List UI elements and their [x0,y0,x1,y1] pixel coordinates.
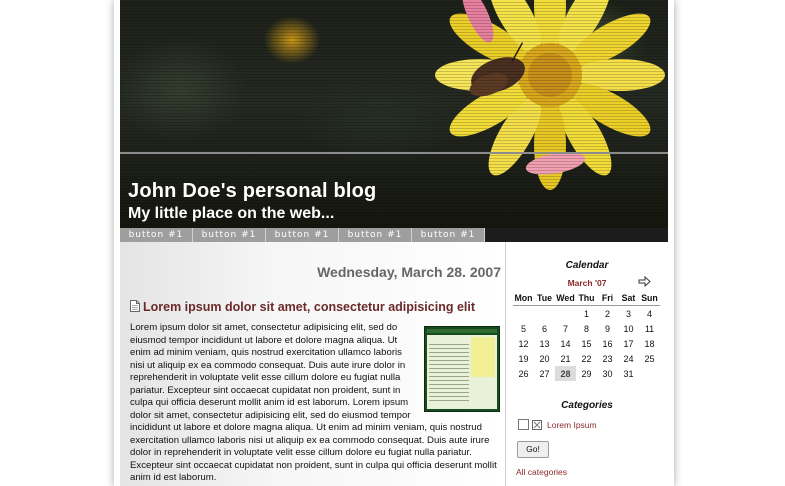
calendar-day: 9 [604,323,610,334]
weekday-label: Fri [597,290,618,306]
nav-bar: button #1 button #1 button #1 button #1 … [120,228,668,242]
weekday-label: Sat [618,290,639,306]
all-categories-link[interactable]: All categories [516,467,567,477]
header-banner: John Doe's personal blog My little place… [120,0,668,228]
page-container: John Doe's personal blog My little place… [114,0,674,486]
calendar-day: 29 [581,368,592,379]
calendar-day: 27 [539,368,550,379]
weekday-label: Tue [534,290,555,306]
calendar-day: 23 [602,353,613,364]
calendar-week-row: 5 6 7 8 9 10 11 [513,321,660,336]
calendar-day: 30 [602,368,613,379]
calendar-heading: Calendar [565,260,609,271]
calendar-day [534,306,555,322]
calendar-day: 26 [518,368,529,379]
document-icon [130,300,140,312]
category-checkbox[interactable] [518,419,529,430]
nav-button-2[interactable]: button #1 [193,228,266,242]
weekday-label: Mon [513,290,534,306]
weekday-label: Sun [639,290,660,306]
post-body: Lorem ipsum dolor sit amet, consectetur … [130,322,502,485]
calendar-week-row: 26 27 28 29 30 31 [513,366,660,381]
calendar-day: 7 [562,323,568,334]
calendar-day: 4 [646,308,652,319]
sidebar: Calendar March '07 Mon Tue Wed Thu Fri S… [506,242,668,486]
calendar-day: 21 [560,353,571,364]
calendar-day: 8 [583,323,589,334]
calendar-weekday-row: Mon Tue Wed Thu Fri Sat Sun [513,290,660,306]
calendar-day [513,306,534,322]
main-content: Wednesday, March 28. 2007 Lorem ipsum do… [120,242,505,486]
nav-button-3[interactable]: button #1 [266,228,339,242]
blog-subtitle: My little place on the web... [128,205,335,222]
post-title-link[interactable]: Lorem ipsum dolor sit amet, consectetur … [143,300,475,314]
weekday-label: Wed [555,290,576,306]
calendar-day: 10 [623,323,634,334]
nav-button-4[interactable]: button #1 [339,228,412,242]
category-item: Lorem Ipsum [518,419,597,430]
categories-heading: Categories [561,400,613,411]
arrow-right-icon[interactable] [638,276,651,287]
calendar-table: Mon Tue Wed Thu Fri Sat Sun 1 2 3 4 5 6 … [513,290,660,381]
go-button[interactable]: Go! [517,441,549,458]
nav-button-1[interactable]: button #1 [120,228,193,242]
post-thumbnail-image[interactable] [424,326,500,412]
calendar-day: 14 [560,338,571,349]
calendar-day: 5 [520,323,526,334]
post-date: Wednesday, March 28. 2007 [317,264,501,280]
calendar-day: 31 [623,368,634,379]
calendar-day-today[interactable]: 28 [555,366,576,381]
calendar-week-row: 1 2 3 4 [513,306,660,322]
calendar-day: 16 [602,338,613,349]
calendar-week-row: 19 20 21 22 23 24 25 [513,351,660,366]
calendar-day: 12 [518,338,529,349]
calendar-day [639,366,660,381]
calendar-day: 20 [539,353,550,364]
calendar-day: 1 [583,308,589,319]
header-rule [120,152,668,154]
calendar-day: 19 [518,353,529,364]
category-link[interactable]: Lorem Ipsum [547,420,597,430]
calendar-day: 22 [581,353,592,364]
calendar-day: 18 [644,338,655,349]
calendar-day: 2 [604,308,610,319]
calendar-day [555,306,576,322]
calendar-day: 25 [644,353,655,364]
calendar-day: 24 [623,353,634,364]
blog-title[interactable]: John Doe's personal blog [128,180,376,203]
weekday-label: Thu [576,290,597,306]
calendar-day: 6 [541,323,547,334]
calendar-day: 3 [625,308,631,319]
calendar-week-row: 12 13 14 15 16 17 18 [513,336,660,351]
calendar-day: 13 [539,338,550,349]
calendar-day: 17 [623,338,634,349]
calendar-day: 15 [581,338,592,349]
xml-feed-icon[interactable] [532,419,542,430]
nav-button-5[interactable]: button #1 [412,228,485,242]
calendar-day: 11 [644,323,655,334]
